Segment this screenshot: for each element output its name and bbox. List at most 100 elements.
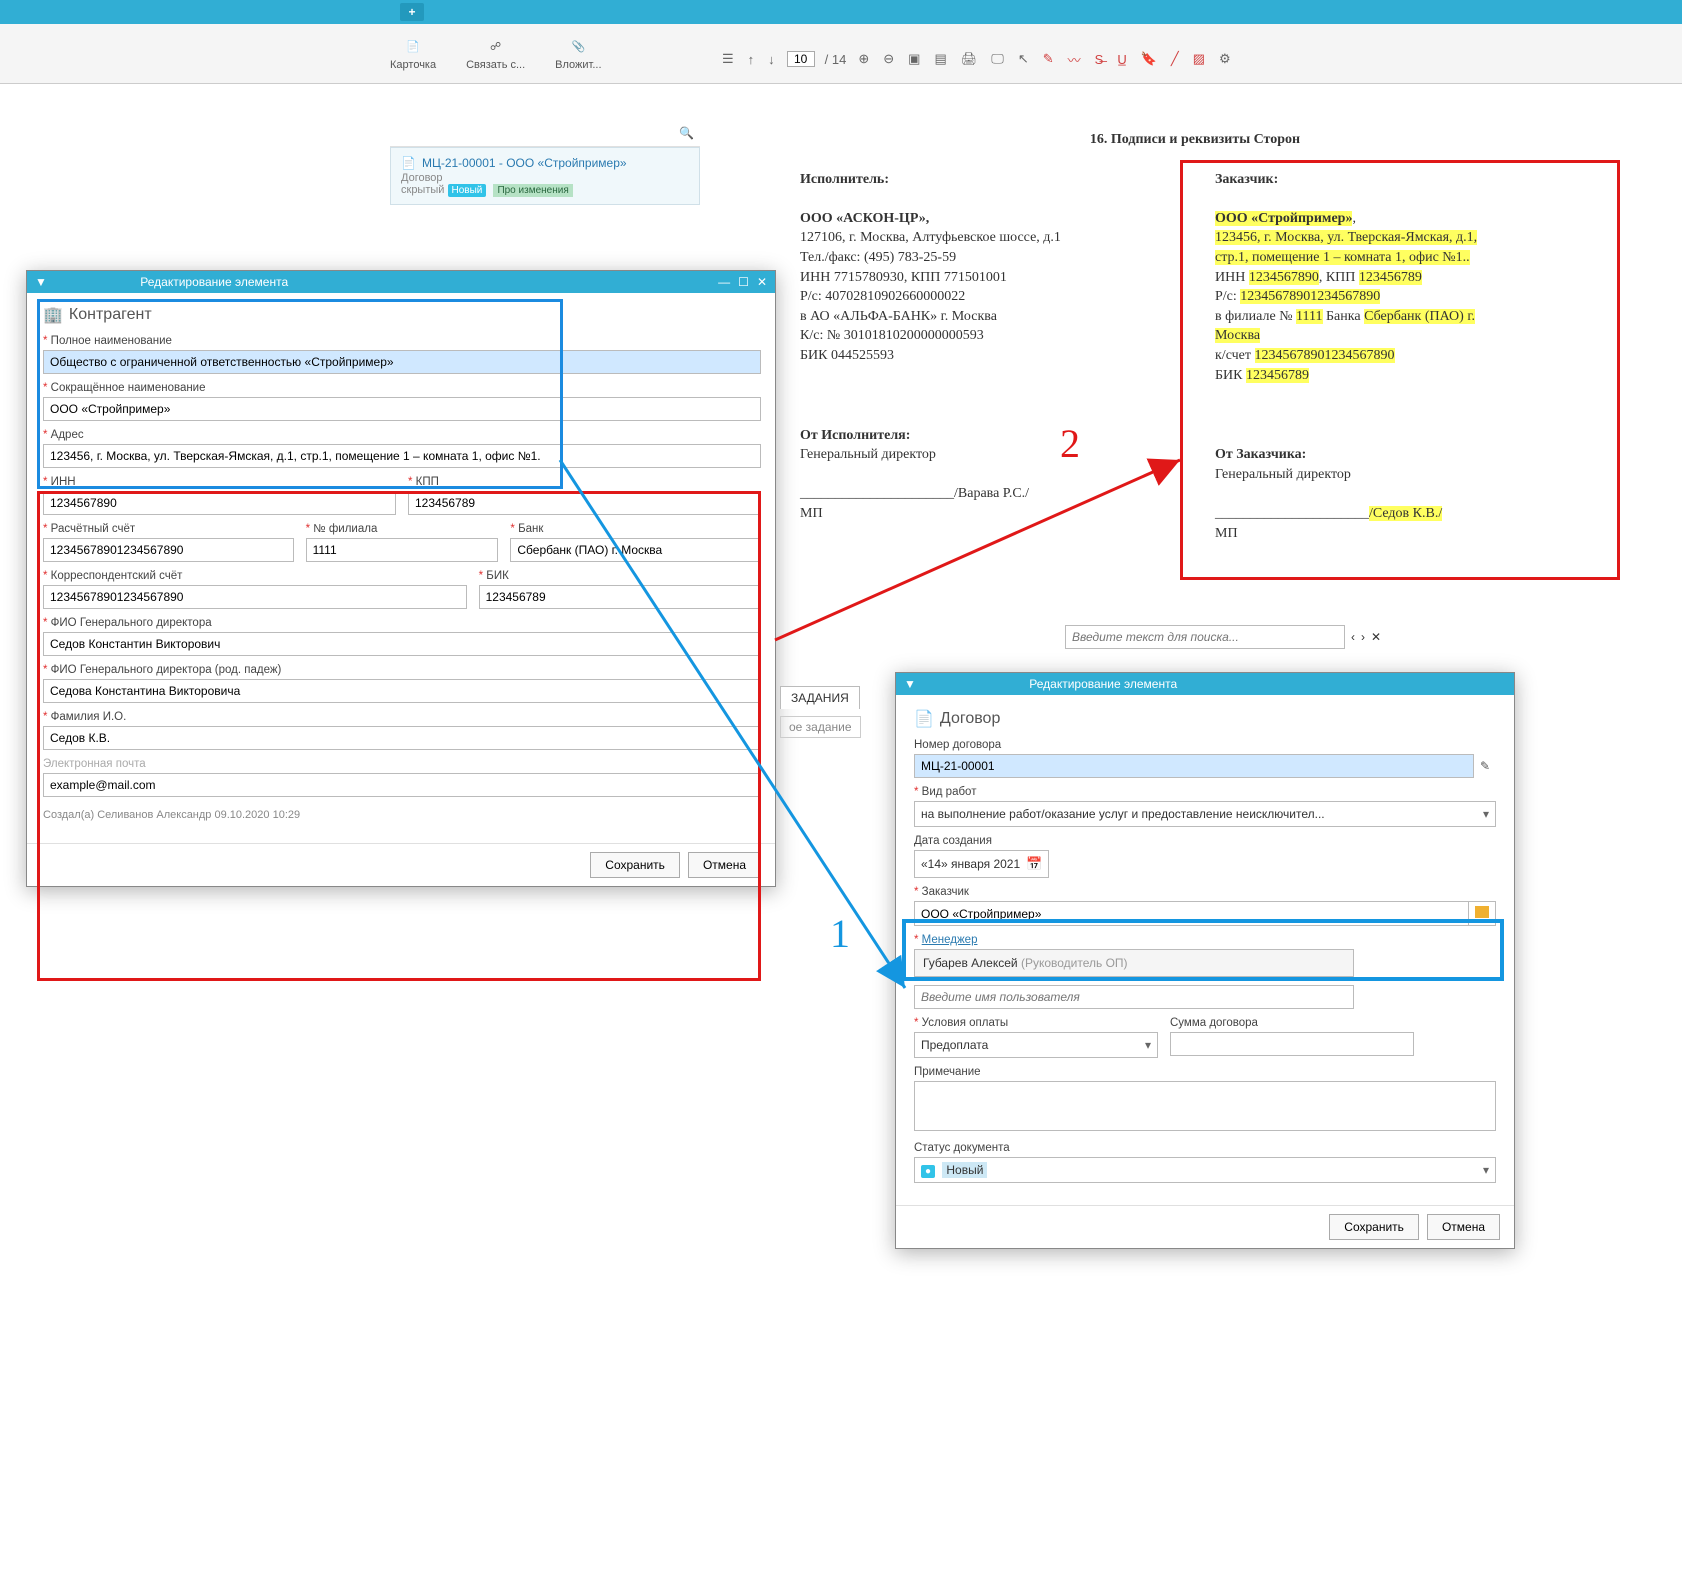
account-input[interactable] bbox=[43, 538, 294, 562]
pencil-red-icon[interactable]: ✎ bbox=[1041, 49, 1056, 69]
exec-rs: Р/с: 40702810902660000022 bbox=[800, 289, 965, 304]
surname-io-input[interactable] bbox=[43, 726, 761, 750]
close-icon[interactable]: ✕ bbox=[757, 275, 767, 289]
hatch-icon[interactable]: ▨ bbox=[1191, 49, 1207, 69]
inn-input[interactable] bbox=[43, 491, 396, 515]
chevron-down-icon bbox=[1145, 1038, 1151, 1052]
manager-search-input[interactable] bbox=[914, 985, 1354, 1009]
section-heading: 🏢 Контрагент bbox=[43, 305, 761, 325]
present-icon[interactable]: 🖵 bbox=[989, 49, 1006, 69]
document-preview: 16. Подписи и реквизиты Сторон Исполните… bbox=[780, 120, 1610, 553]
settings-icon[interactable]: ⚙ bbox=[1217, 49, 1233, 69]
customer-field-input[interactable] bbox=[914, 901, 1469, 926]
contract-dialog: ▼ Редактирование элемента 📄 Договор Номе… bbox=[895, 672, 1515, 1249]
fit-page-icon[interactable]: ▣ bbox=[906, 49, 922, 69]
prev-match-icon[interactable]: ‹ bbox=[1351, 630, 1355, 644]
email-input[interactable] bbox=[43, 773, 761, 797]
find-text-input[interactable] bbox=[1065, 625, 1345, 649]
link-icon: ☍ bbox=[486, 37, 506, 57]
address-input[interactable] bbox=[43, 444, 761, 468]
card-title: МЦ-21-00001 - ООО «Стройпример» bbox=[422, 156, 627, 170]
branch-input[interactable] bbox=[306, 538, 499, 562]
creation-date-input[interactable]: «14» января 2021 bbox=[914, 850, 1049, 878]
card-type: Договор bbox=[401, 172, 443, 184]
exec-sign: /Варава Р.С./ bbox=[954, 486, 1029, 501]
zoom-in-icon[interactable]: ⊕ bbox=[856, 49, 871, 69]
attach-button[interactable]: 📎 Вложит... bbox=[555, 37, 601, 71]
director-fio-gen-input[interactable] bbox=[43, 679, 761, 703]
fit-width-icon[interactable]: ▤ bbox=[932, 49, 948, 69]
exec-from-label: От Исполнителя: bbox=[800, 428, 910, 443]
edit-icon[interactable] bbox=[1474, 759, 1496, 773]
sidebar-toggle-icon[interactable]: ☰ bbox=[720, 49, 736, 69]
card-item[interactable]: 📄 МЦ-21-00001 - ООО «Стройпример» Догово… bbox=[390, 147, 700, 205]
note-input[interactable] bbox=[914, 1081, 1496, 1131]
contract-body: 📄 Договор Номер договора Вид работ на вы… bbox=[896, 695, 1514, 1205]
search-icon[interactable]: 🔍 bbox=[679, 126, 694, 140]
payment-terms-select[interactable]: Предоплата bbox=[914, 1032, 1158, 1058]
clip-icon: 📎 bbox=[568, 37, 588, 57]
maximize-icon[interactable]: ☐ bbox=[738, 275, 749, 289]
new-tab-button[interactable]: + bbox=[400, 3, 424, 21]
exec-position: Генеральный директор bbox=[800, 447, 936, 462]
contract-sum-input[interactable] bbox=[1170, 1032, 1414, 1056]
bookmark-icon[interactable]: 🔖 bbox=[1139, 49, 1159, 69]
strike-icon[interactable]: S̶ bbox=[1093, 50, 1106, 69]
kpp-input[interactable] bbox=[408, 491, 761, 515]
doc-status-select[interactable]: ● Новый bbox=[914, 1157, 1496, 1183]
contract-number-input[interactable] bbox=[914, 754, 1474, 778]
counterparty-dialog: ▼ Редактирование элемента — ☐ ✕ 🏢 Контра… bbox=[26, 270, 776, 887]
attach-label: Вложит... bbox=[555, 59, 601, 71]
manager-link[interactable]: Менеджер bbox=[922, 934, 978, 946]
funnel-icon: ▼ bbox=[904, 677, 916, 691]
exec-name: ООО «АСКОН-ЦР», bbox=[800, 211, 929, 226]
exec-phone: Тел./факс: (495) 783-25-59 bbox=[800, 250, 956, 265]
short-name-input[interactable] bbox=[43, 397, 761, 421]
cust-bank: Сбербанк (ПАО) г. bbox=[1364, 309, 1475, 324]
payment-terms-label: Условия оплаты bbox=[914, 1017, 1158, 1029]
minimize-icon[interactable]: — bbox=[718, 275, 730, 289]
cursor-icon[interactable]: ↖ bbox=[1016, 49, 1031, 69]
customer-browse-button[interactable] bbox=[1469, 901, 1496, 926]
tab-tasks[interactable]: ЗАДАНИЯ bbox=[780, 686, 860, 709]
page-input[interactable] bbox=[787, 51, 815, 67]
work-type-value: на выполнение работ/оказание услуг и пре… bbox=[921, 807, 1325, 821]
line-icon[interactable]: ╱ bbox=[1169, 49, 1181, 69]
corr-account-input[interactable] bbox=[43, 585, 467, 609]
contract-save-button[interactable]: Сохранить bbox=[1329, 1214, 1419, 1240]
contract-dialog-titlebar[interactable]: ▼ Редактирование элемента bbox=[896, 673, 1514, 695]
director-fio-input[interactable] bbox=[43, 632, 761, 656]
wave-icon[interactable]: 〰 bbox=[1066, 48, 1083, 71]
full-name-input[interactable] bbox=[43, 350, 761, 374]
cancel-button[interactable]: Отмена bbox=[688, 852, 761, 878]
save-button[interactable]: Сохранить bbox=[590, 852, 680, 878]
customer-column: Заказчик: ООО «Стройпример», 123456, г. … bbox=[1215, 170, 1590, 544]
folder-icon bbox=[1475, 906, 1489, 918]
bank-input[interactable] bbox=[510, 538, 761, 562]
cust-bank-city: Москва bbox=[1215, 328, 1260, 343]
chevron-down-icon bbox=[1483, 1163, 1489, 1177]
page-down-icon[interactable]: ↓ bbox=[766, 50, 777, 69]
link-button[interactable]: ☍ Связать с... bbox=[466, 37, 525, 71]
cust-addr2: стр.1, помещение 1 – комната 1, офис №1.… bbox=[1215, 250, 1470, 265]
card-button[interactable]: 📄 Карточка bbox=[390, 37, 436, 71]
subtab-new-task[interactable]: ое задание bbox=[780, 716, 861, 738]
page-up-icon[interactable]: ↑ bbox=[746, 50, 757, 69]
contract-cancel-button[interactable]: Отмена bbox=[1427, 1214, 1500, 1240]
work-type-select[interactable]: на выполнение работ/оказание услуг и пре… bbox=[914, 801, 1496, 827]
bic-input[interactable] bbox=[479, 585, 761, 609]
manager-chip[interactable]: Губарев Алексей (Руководитель ОП) bbox=[914, 949, 1354, 977]
exec-addr: 127106, г. Москва, Алтуфьевское шоссе, д… bbox=[800, 230, 1061, 245]
underline-icon[interactable]: U̲ bbox=[1115, 50, 1128, 69]
print-icon[interactable]: 🖨 bbox=[959, 49, 980, 69]
calendar-icon[interactable] bbox=[1026, 856, 1042, 872]
close-search-icon[interactable]: ✕ bbox=[1371, 630, 1381, 644]
bank-label: Банк bbox=[510, 523, 761, 535]
dialog-titlebar[interactable]: ▼ Редактирование элемента — ☐ ✕ bbox=[27, 271, 775, 293]
zoom-out-icon[interactable]: ⊖ bbox=[881, 49, 896, 69]
cust-rs: 12345678901234567890 bbox=[1240, 289, 1380, 304]
cust-bic: 123456789 bbox=[1246, 368, 1309, 383]
page-count: / 14 bbox=[825, 52, 847, 67]
next-match-icon[interactable]: › bbox=[1361, 630, 1365, 644]
cust-position: Генеральный директор bbox=[1215, 467, 1351, 482]
